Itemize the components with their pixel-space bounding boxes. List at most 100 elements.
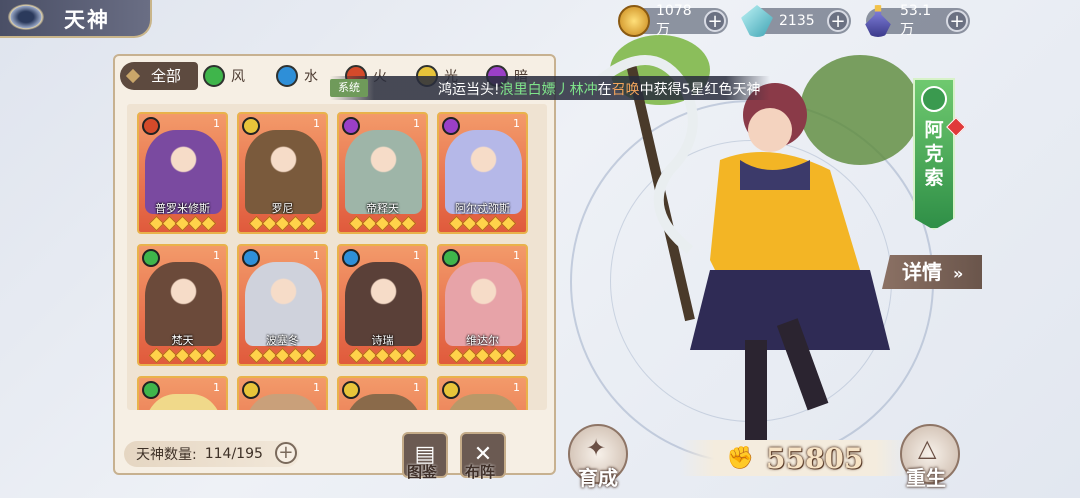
wind-element-icon <box>921 86 947 112</box>
page-title: 天神 <box>64 8 110 32</box>
star-icon <box>300 347 317 364</box>
star-icon <box>200 215 217 232</box>
gold-coin-icon <box>618 5 650 37</box>
potion-value: 53.1万 <box>900 3 932 38</box>
star-rating <box>139 215 226 232</box>
star-rating <box>239 215 326 232</box>
hero-level: 1 <box>413 381 420 394</box>
rebirth-triangle-icon: △ <box>918 434 937 462</box>
double-chevron-right-icon: » <box>952 264 964 283</box>
element-icon <box>342 381 360 399</box>
details-button[interactable]: 详情 » <box>882 255 982 289</box>
hero-card[interactable]: 1 <box>337 376 428 410</box>
hero-name: 罗尼 <box>271 202 294 215</box>
star-icon <box>500 347 517 364</box>
hero-level: 1 <box>413 117 420 130</box>
hero-level: 1 <box>213 249 220 262</box>
element-icon <box>442 381 460 399</box>
element-icon <box>142 249 160 267</box>
add-crystal-button[interactable]: + <box>827 10 849 32</box>
expand-slots-button[interactable]: + <box>274 442 297 464</box>
add-gold-button[interactable]: + <box>704 10 726 32</box>
hero-name: 帝释天 <box>366 202 399 215</box>
element-icon <box>342 117 360 135</box>
hero-name: 普罗米修斯 <box>155 202 210 215</box>
hero-count-value: 114/195 <box>204 446 263 462</box>
star-rating <box>339 347 426 364</box>
resource-crystal: 2135 + <box>741 5 851 37</box>
hero-level: 1 <box>313 381 320 394</box>
hero-card[interactable]: 1 梵天 <box>137 244 228 366</box>
crystal-value: 2135 <box>779 13 815 29</box>
add-potion-button[interactable]: + <box>946 10 968 32</box>
details-label: 详情 <box>902 260 942 284</box>
element-icon <box>142 117 160 135</box>
star-icon <box>500 215 517 232</box>
develop-label: 育成 <box>578 466 618 490</box>
hero-card[interactable]: 1 维达尔 <box>437 244 528 366</box>
hero-count: 天神数量: 114/195 + <box>124 441 299 467</box>
hero-level: 1 <box>213 381 220 394</box>
star-icon <box>400 347 417 364</box>
back-eye-icon[interactable] <box>8 4 44 30</box>
hero-name: 诗瑞 <box>371 334 394 347</box>
element-icon <box>442 117 460 135</box>
hero-card[interactable]: 1 <box>237 376 328 410</box>
water-icon <box>276 65 298 87</box>
hero-card[interactable]: 1 <box>137 376 228 410</box>
character-name: 阿克索 <box>924 119 944 189</box>
hero-card[interactable]: 1 普罗米修斯 <box>137 112 228 234</box>
star-icon <box>200 347 217 364</box>
hero-card[interactable]: 1 诗瑞 <box>337 244 428 366</box>
element-icon <box>142 381 160 399</box>
shuriken-icon: ✦ <box>586 434 607 462</box>
star-rating <box>339 215 426 232</box>
hero-card[interactable]: 1 波塞冬 <box>237 244 328 366</box>
element-icon <box>242 381 260 399</box>
tab-wind[interactable]: 风 <box>203 62 245 90</box>
system-tag: 系统 <box>330 79 368 97</box>
wind-icon <box>203 65 225 87</box>
star-rating <box>439 215 526 232</box>
star-rating <box>439 347 526 364</box>
star-rating <box>239 347 326 364</box>
hero-card[interactable]: 1 <box>437 376 528 410</box>
atlas-label: 图鉴 <box>407 463 438 481</box>
hero-card[interactable]: 1 帝释天 <box>337 112 428 234</box>
hero-level: 1 <box>513 117 520 130</box>
combat-power-value: 55805 <box>765 441 864 475</box>
gold-value: 1078万 <box>656 3 692 38</box>
hero-name: 维达尔 <box>466 334 499 347</box>
resource-potion: 53.1万 + <box>865 3 970 38</box>
hero-card[interactable]: 1 阿尔忒弥斯 <box>437 112 528 234</box>
hero-level: 1 <box>313 249 320 262</box>
star-icon <box>300 215 317 232</box>
hero-level: 1 <box>413 249 420 262</box>
element-icon <box>442 249 460 267</box>
element-icon <box>242 117 260 135</box>
tab-wind-label: 风 <box>231 69 245 85</box>
hero-count-label: 天神数量: <box>136 447 197 463</box>
hero-level: 1 <box>213 117 220 130</box>
banner-player: 浪里白嫖丿林冲 <box>499 82 598 98</box>
star-rating <box>139 347 226 364</box>
hero-level: 1 <box>313 117 320 130</box>
rebirth-label: 重生 <box>906 466 946 490</box>
combat-power: ✊ 55805 <box>680 440 910 476</box>
fist-icon: ✊ <box>726 445 754 471</box>
hero-card[interactable]: 1 罗尼 <box>237 112 328 234</box>
banner-action: 召唤 <box>611 82 640 98</box>
banner-prefix: 鸿运当头! <box>438 82 500 98</box>
tab-water-label: 水 <box>304 69 318 85</box>
resource-gold: 1078万 + <box>618 3 728 38</box>
star-icon <box>400 215 417 232</box>
element-icon <box>242 249 260 267</box>
hero-name: 梵天 <box>171 334 194 347</box>
banner-mid1: 在 <box>597 82 612 98</box>
element-icon <box>342 249 360 267</box>
hero-level: 1 <box>513 381 520 394</box>
tab-water[interactable]: 水 <box>276 62 318 90</box>
hero-grid: 1 普罗米修斯 1 罗尼 1 帝释天 1 阿尔忒弥斯 1 梵天 1 波塞冬 1 诗瑞 1 维达尔 1 1 1 1 <box>127 104 547 410</box>
banner-mid2: 中获得5星红色天神 <box>639 82 761 98</box>
tab-all[interactable]: 全部 <box>120 62 198 90</box>
